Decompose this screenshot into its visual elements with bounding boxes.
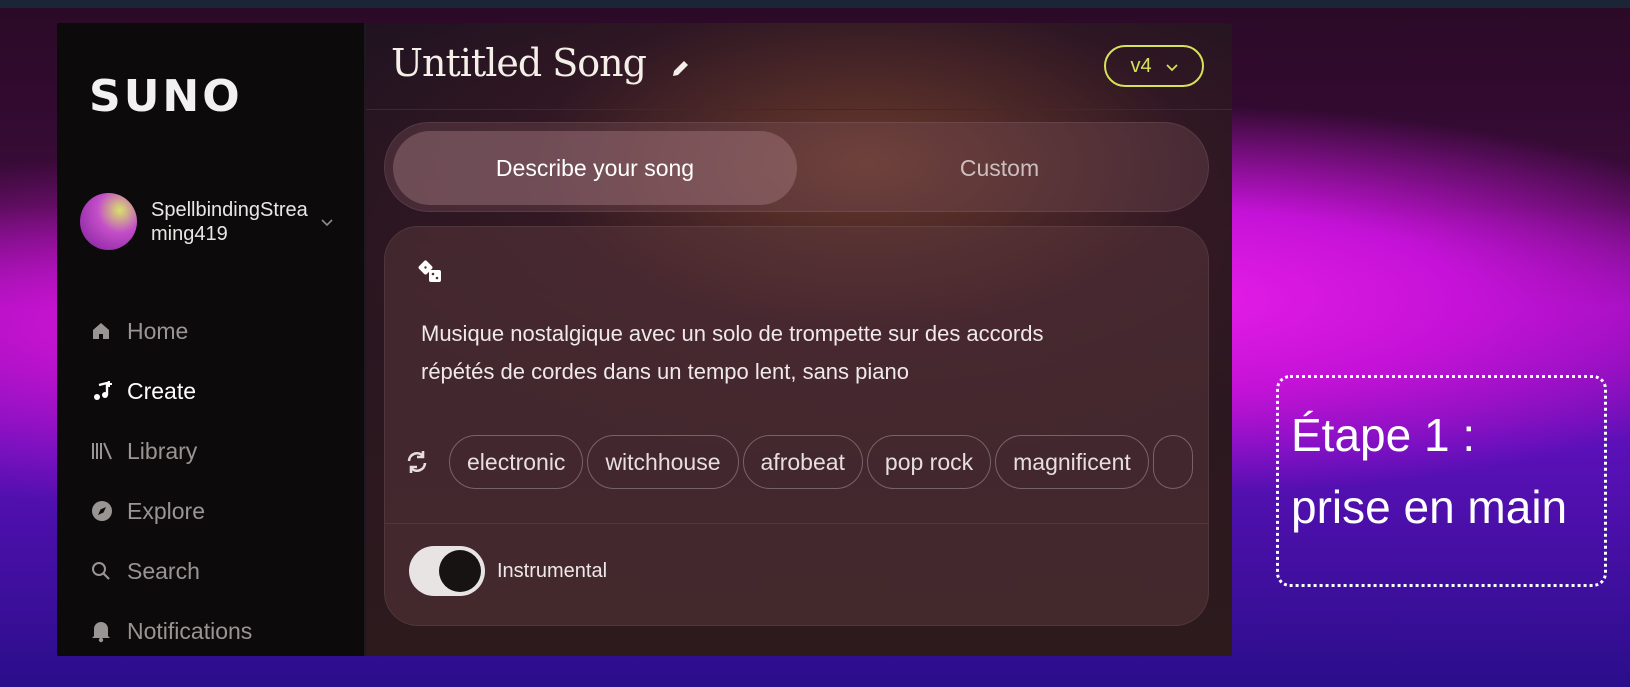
suno-logo[interactable]: SUNO bbox=[89, 71, 243, 122]
search-icon bbox=[90, 560, 120, 582]
tab-describe-your-song[interactable]: Describe your song bbox=[393, 131, 797, 205]
user-menu[interactable]: SpellbindingStreaming419 bbox=[80, 193, 360, 250]
sidebar: SUNO SpellbindingStreaming419 Home Creat… bbox=[57, 23, 364, 656]
step-callout: Étape 1 : prise en main bbox=[1276, 375, 1607, 587]
prompt-line: Musique nostalgique avec un solo de trom… bbox=[421, 321, 1044, 346]
song-title-text: Untitled Song bbox=[391, 41, 647, 85]
toggle-knob bbox=[439, 550, 481, 592]
refresh-icon[interactable] bbox=[401, 446, 433, 478]
sidebar-item-label: Notifications bbox=[127, 617, 253, 644]
pencil-icon[interactable] bbox=[669, 45, 691, 89]
avatar[interactable] bbox=[80, 193, 137, 250]
sidebar-item-create[interactable]: Create bbox=[90, 361, 252, 421]
style-tag[interactable]: electronic bbox=[449, 435, 584, 489]
sidebar-item-label: Library bbox=[127, 437, 198, 464]
sidebar-item-notifications[interactable]: Notifications bbox=[90, 601, 252, 656]
sidebar-item-search[interactable]: Search bbox=[90, 541, 252, 601]
card-divider bbox=[385, 523, 1208, 524]
chevron-down-icon bbox=[1165, 55, 1178, 78]
header-divider bbox=[366, 109, 1232, 110]
suno-app-window: SUNO SpellbindingStreaming419 Home Creat… bbox=[57, 23, 1232, 656]
instrumental-toggle[interactable] bbox=[409, 546, 485, 596]
top-border bbox=[0, 0, 1630, 8]
callout-line: prise en main bbox=[1291, 481, 1568, 533]
style-tag[interactable]: afrobeat bbox=[742, 435, 863, 489]
version-select[interactable]: v4 bbox=[1104, 45, 1204, 87]
sidebar-item-explore[interactable]: Explore bbox=[90, 481, 252, 541]
style-tag[interactable]: witchhouse bbox=[587, 435, 739, 489]
prompt-line: répétés de cordes dans un tempo lent, sa… bbox=[421, 359, 909, 384]
style-tag-partial[interactable] bbox=[1152, 435, 1193, 489]
tab-custom[interactable]: Custom bbox=[797, 131, 1202, 205]
compass-icon bbox=[90, 499, 120, 523]
sidebar-nav: Home Create Library Explore Search Notif… bbox=[90, 301, 252, 656]
sidebar-item-label: Search bbox=[127, 557, 200, 584]
bell-icon bbox=[90, 619, 120, 643]
home-icon bbox=[90, 320, 120, 342]
callout-line: Étape 1 : bbox=[1291, 409, 1476, 461]
version-label: v4 bbox=[1130, 54, 1152, 77]
song-description-input[interactable]: Musique nostalgique avec un solo de trom… bbox=[421, 315, 1121, 391]
dice-icon[interactable] bbox=[418, 260, 446, 289]
song-description-card: Musique nostalgique avec un solo de trom… bbox=[384, 226, 1209, 626]
sidebar-item-label: Explore bbox=[127, 497, 205, 524]
style-tag[interactable]: magnificent bbox=[995, 435, 1149, 489]
sidebar-item-library[interactable]: Library bbox=[90, 421, 252, 481]
library-icon bbox=[90, 440, 120, 462]
mode-tabs: Describe your song Custom bbox=[384, 122, 1209, 212]
create-panel: Untitled Song v4 Describe your song Cust… bbox=[366, 23, 1232, 656]
song-title[interactable]: Untitled Song bbox=[391, 41, 691, 89]
sidebar-item-label: Home bbox=[127, 317, 189, 344]
instrumental-label: Instrumental bbox=[497, 560, 608, 582]
sidebar-item-home[interactable]: Home bbox=[90, 301, 252, 361]
create-music-icon bbox=[90, 379, 120, 403]
style-tag[interactable]: pop rock bbox=[866, 435, 992, 489]
chevron-down-icon[interactable] bbox=[321, 214, 333, 230]
style-tags: electronic witchhouse afrobeat pop rock … bbox=[401, 432, 1208, 492]
sidebar-item-label: Create bbox=[127, 377, 197, 404]
username: SpellbindingStreaming419 bbox=[151, 198, 308, 245]
